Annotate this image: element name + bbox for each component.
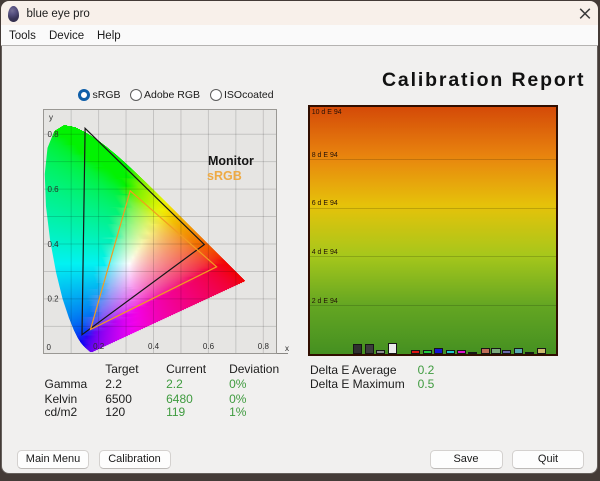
svg-text:0.4: 0.4 xyxy=(148,342,160,351)
svg-text:0.8: 0.8 xyxy=(48,130,60,139)
svg-text:0: 0 xyxy=(47,343,52,352)
svg-text:0.2: 0.2 xyxy=(48,295,60,304)
svg-text:0.6: 0.6 xyxy=(48,185,60,194)
svg-text:0.8: 0.8 xyxy=(258,342,270,351)
svg-text:0.4: 0.4 xyxy=(48,240,60,249)
svg-text:y: y xyxy=(49,113,53,122)
svg-text:0.6: 0.6 xyxy=(203,342,215,351)
svg-text:0.2: 0.2 xyxy=(93,342,105,351)
